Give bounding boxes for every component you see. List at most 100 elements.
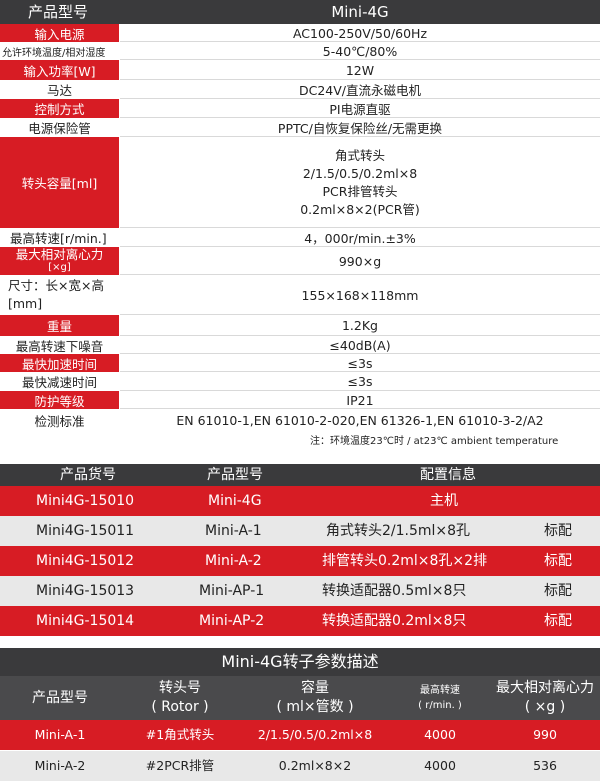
spec-label: 最快减速时间 bbox=[0, 372, 119, 391]
spec-row-input-power-source: 输入电源 AC100-250V/50/60Hz bbox=[0, 24, 600, 42]
config-tag: 标配 bbox=[544, 583, 572, 599]
spec-row-decel: 最快减速时间 ≤3s bbox=[0, 372, 600, 391]
spec-value: PPTC/自恢复保险丝/无需更换 bbox=[277, 121, 443, 136]
rotor-header-main: 最大相对离心力 bbox=[496, 680, 594, 696]
rotor-model: Mini-A-1 bbox=[34, 727, 86, 742]
rotor-rcf: 990 bbox=[533, 727, 557, 742]
spec-label-line: 尺寸：长×宽×高 bbox=[8, 278, 104, 293]
spec-row-accel: 最快加速时间 ≤3s bbox=[0, 354, 600, 372]
spec-label: 最快加速时间 bbox=[0, 354, 119, 372]
spec-value: 990×g bbox=[338, 253, 382, 269]
rotor-header-rcf: 最大相对离心力 ( ×g ) bbox=[490, 676, 600, 720]
config-info: 转换适配器0.5ml×8只 bbox=[322, 583, 467, 599]
config-header-sku: 产品货号 bbox=[60, 467, 116, 483]
config-row: Mini4G-15011 Mini-A-1 角式转头2/1.5ml×8孔 标配 bbox=[0, 516, 600, 546]
rotor-capacity: 0.2ml×8×2 bbox=[278, 758, 352, 773]
spec-value: ≤40dB(A) bbox=[329, 337, 391, 353]
spec-label-line: 最大相对离心力 bbox=[15, 247, 104, 262]
spec-label: 尺寸：长×宽×高 [mm] bbox=[0, 275, 119, 315]
rotor-header-model: 产品型号 bbox=[0, 676, 120, 720]
config-tag: 标配 bbox=[544, 553, 572, 569]
spec-value: ≤3s bbox=[347, 355, 373, 371]
rotor-header-main: 转头号 bbox=[159, 680, 201, 696]
spec-value: 4，000r/min.±3% bbox=[304, 231, 416, 246]
spec-row-protection: 防护等级 IP21 bbox=[0, 391, 600, 409]
config-sku: Mini4G-15011 bbox=[36, 523, 135, 539]
spec-label-line: [×g] bbox=[48, 262, 71, 273]
spec-value-line: 2/1.5/0.5/0.2ml×8 bbox=[302, 165, 418, 181]
spec-value-line: 角式转头 bbox=[334, 147, 385, 163]
config-info: 转换适配器0.2ml×8只 bbox=[322, 613, 467, 629]
spec-label: 输入功率[W] bbox=[0, 60, 119, 80]
spec-row-weight: 重量 1.2Kg bbox=[0, 315, 600, 336]
spec-row-ambient: 允许环境温度/相对湿度 5-40℃/80% bbox=[0, 42, 600, 60]
spec-value: DC24V/直流永磁电机 bbox=[298, 83, 422, 98]
rotor-capacity: 2/1.5/0.5/0.2ml×8 bbox=[257, 727, 373, 742]
spec-header-value: Mini-4G bbox=[331, 3, 389, 21]
spec-header-label: 产品型号 bbox=[28, 3, 89, 21]
rotor-model: Mini-A-2 bbox=[34, 758, 86, 773]
spec-value-line: 0.2ml×8×2(PCR管) bbox=[300, 201, 420, 217]
spec-label: 最高转速下噪音 bbox=[0, 336, 119, 354]
rotor-header-main: 容量 bbox=[301, 680, 329, 696]
config-info: 排管转头0.2ml×8孔×2排 bbox=[322, 553, 488, 569]
spec-row-input-power: 输入功率[W] 12W bbox=[0, 60, 600, 80]
rotor-speed: 4000 bbox=[424, 758, 456, 773]
spec-label-line: [mm] bbox=[8, 296, 43, 311]
spec-value: 12W bbox=[345, 62, 375, 78]
rotor-header-rotor: 转头号 ( Rotor ) bbox=[120, 676, 240, 720]
spec-value: AC100-250V/50/60Hz bbox=[292, 25, 428, 41]
rotor-header-sub: ( r/min. ) bbox=[418, 700, 462, 711]
spec-label: 最大相对离心力 [×g] bbox=[0, 247, 119, 275]
spec-label: 防护等级 bbox=[0, 391, 119, 409]
config-model: Mini-4G bbox=[208, 493, 262, 509]
rotor-header-sub: ( ×g ) bbox=[524, 699, 566, 715]
spec-value: ≤3s bbox=[347, 374, 373, 389]
config-info: 主机 bbox=[430, 493, 458, 509]
spec-row-max-speed: 最高转速[r/min.] 4，000r/min.±3% bbox=[0, 228, 600, 247]
spec-label: 检测标准 bbox=[0, 409, 119, 431]
rotor-row: Mini-A-2 #2PCR排管 0.2ml×8×2 4000 536 bbox=[0, 751, 600, 781]
spec-value: EN 61010-1,EN 61010-2-020,EN 61326-1,EN … bbox=[176, 412, 544, 428]
rotor-header-main: 最高转速 bbox=[420, 685, 460, 696]
spec-row-motor: 马达 DC24V/直流永磁电机 bbox=[0, 80, 600, 99]
rotor-table-title: Mini-4G转子参数描述 bbox=[0, 648, 600, 676]
spec-row-fuse: 电源保险管 PPTC/自恢复保险丝/无需更换 bbox=[0, 118, 600, 137]
spec-row-max-rcf: 最大相对离心力 [×g] 990×g bbox=[0, 247, 600, 275]
config-tag: 标配 bbox=[544, 613, 572, 629]
spec-value: 1.2Kg bbox=[341, 318, 378, 333]
rotor-speed: 4000 bbox=[424, 727, 456, 742]
spec-value: 155×168×118mm bbox=[301, 287, 419, 303]
config-model: Mini-AP-2 bbox=[199, 613, 265, 629]
spec-value: 角式转头 2/1.5/0.5/0.2ml×8 PCR排管转头 0.2ml×8×2… bbox=[120, 137, 600, 228]
spec-row-dimensions: 尺寸：长×宽×高 [mm] 155×168×118mm bbox=[0, 275, 600, 315]
spec-label: 电源保险管 bbox=[0, 118, 119, 137]
config-sku: Mini4G-15010 bbox=[36, 493, 135, 509]
spec-label: 允许环境温度/相对湿度 bbox=[0, 42, 119, 60]
rotor-header-row: 产品型号 转头号 ( Rotor ) 容量 ( ml×管数 ) 最高转速 ( r… bbox=[0, 676, 600, 720]
config-row: Mini4G-15014 Mini-AP-2 转换适配器0.2ml×8只 标配 bbox=[0, 606, 600, 636]
config-sku: Mini4G-15012 bbox=[36, 553, 135, 569]
spec-header-row: 产品型号 Mini-4G bbox=[0, 0, 600, 24]
config-row: Mini4G-15012 Mini-A-2 排管转头0.2ml×8孔×2排 标配 bbox=[0, 546, 600, 576]
spec-value-line: PCR排管转头 bbox=[322, 183, 398, 199]
config-header-row: 产品货号 产品型号 配置信息 bbox=[0, 464, 600, 486]
rotor-header-main: 产品型号 bbox=[32, 689, 88, 706]
config-tag: 标配 bbox=[544, 523, 572, 539]
spec-label: 输入电源 bbox=[0, 24, 119, 42]
spec-value: 5-40℃/80% bbox=[322, 43, 398, 59]
spec-label: 马达 bbox=[0, 80, 119, 99]
rotor-header-capacity: 容量 ( ml×管数 ) bbox=[240, 676, 390, 720]
rotor-header-sub: ( ml×管数 ) bbox=[276, 699, 354, 715]
config-model: Mini-AP-1 bbox=[199, 583, 265, 599]
rotor-name: #2PCR排管 bbox=[145, 758, 215, 773]
spec-value: PI电源直驱 bbox=[329, 102, 391, 117]
rotor-header-speed: 最高转速 ( r/min. ) bbox=[390, 676, 490, 720]
spec-row-control: 控制方式 PI电源直驱 bbox=[0, 99, 600, 118]
spec-label: 最高转速[r/min.] bbox=[0, 228, 119, 247]
config-sku: Mini4G-15013 bbox=[36, 583, 135, 599]
config-row: Mini4G-15013 Mini-AP-1 转换适配器0.5ml×8只 标配 bbox=[0, 576, 600, 606]
config-row: Mini4G-15010 Mini-4G 主机 bbox=[0, 486, 600, 516]
spec-row-noise: 最高转速下噪音 ≤40dB(A) bbox=[0, 336, 600, 354]
spec-label: 重量 bbox=[0, 315, 119, 336]
